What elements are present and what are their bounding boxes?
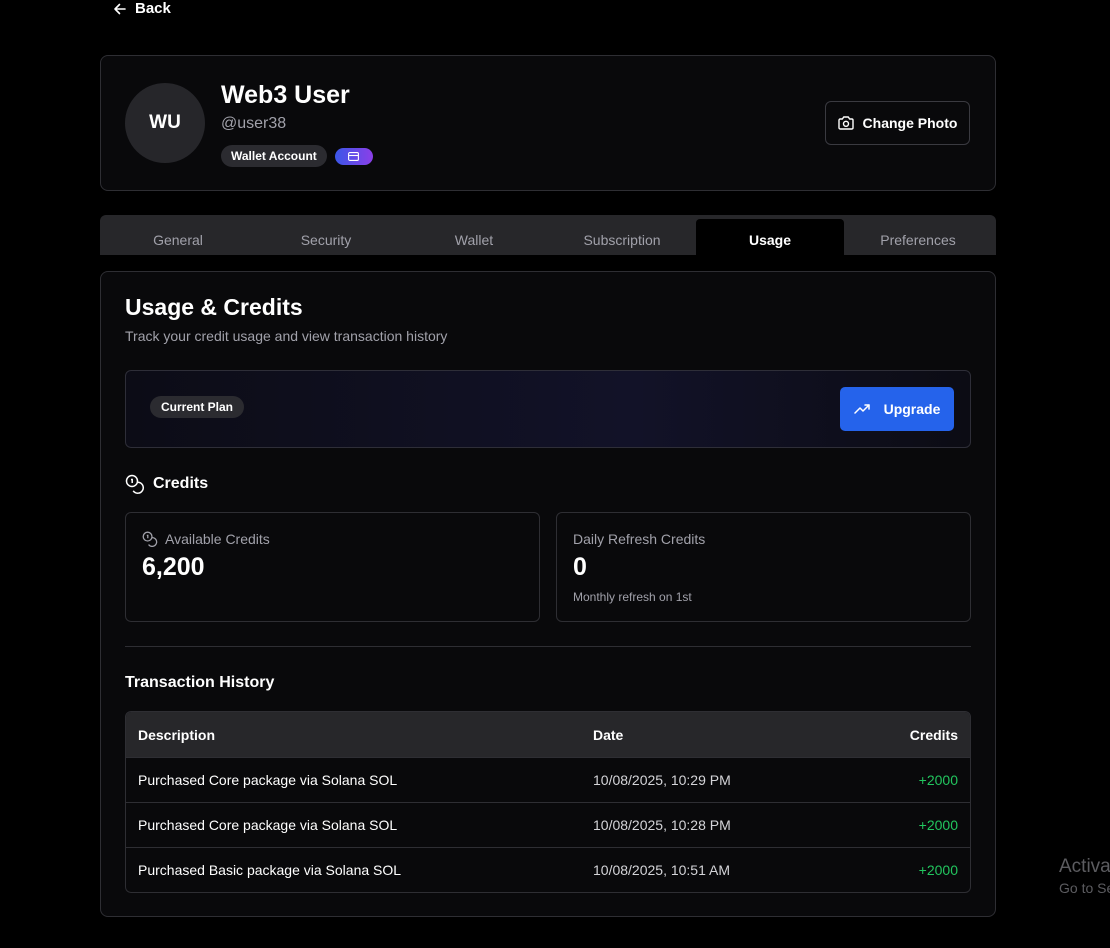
column-header-description: Description <box>138 726 216 743</box>
profile-card: WU Web3 User @user38 Wallet Account Chan… <box>100 55 996 191</box>
column-header-credits: Credits <box>909 726 958 743</box>
tab-general[interactable]: General <box>104 219 252 255</box>
watermark-line1: Activa <box>1059 856 1110 877</box>
profile-badges: Wallet Account <box>221 145 373 167</box>
credit-card-icon <box>348 151 360 161</box>
credits-heading-label: Credits <box>153 475 209 492</box>
daily-refresh-label: Daily Refresh Credits <box>573 531 706 547</box>
change-photo-label: Change Photo <box>862 115 958 131</box>
row-description: Purchased Basic package via Solana SOL <box>138 862 402 878</box>
row-credits: +2000 <box>918 772 958 788</box>
daily-refresh-note: Monthly refresh on 1st <box>573 590 692 604</box>
daily-refresh-value: 0 <box>573 553 587 581</box>
available-credits-label-row: Available Credits <box>142 531 270 547</box>
usage-title: Usage & Credits <box>125 294 303 320</box>
available-credits-value: 6,200 <box>142 553 205 581</box>
available-credits-label: Available Credits <box>165 531 270 547</box>
tab-preferences[interactable]: Preferences <box>844 219 992 255</box>
row-date: 10/08/2025, 10:29 PM <box>593 772 731 788</box>
watermark-line2: Go to Se <box>1059 880 1110 896</box>
arrow-left-icon <box>114 3 126 14</box>
profile-handle: @user38 <box>221 115 287 132</box>
transaction-history-heading: Transaction History <box>125 674 275 691</box>
table-row: Purchased Basic package via Solana SOL 1… <box>126 847 970 892</box>
tab-security[interactable]: Security <box>252 219 400 255</box>
row-description: Purchased Core package via Solana SOL <box>138 817 398 833</box>
section-divider <box>125 646 971 647</box>
tab-wallet[interactable]: Wallet <box>400 219 548 255</box>
transaction-table: Description Date Credits Purchased Core … <box>125 711 971 893</box>
table-header-row: Description Date Credits <box>126 712 970 757</box>
usage-subtitle: Track your credit usage and view transac… <box>125 328 448 344</box>
card-badge <box>334 147 373 165</box>
avatar: WU <box>125 83 205 163</box>
coins-icon <box>142 531 158 547</box>
wallet-account-badge: Wallet Account <box>221 145 327 167</box>
camera-icon <box>837 116 854 130</box>
upgrade-label: Upgrade <box>883 401 941 417</box>
row-credits: +2000 <box>918 817 958 833</box>
column-header-date: Date <box>593 726 624 743</box>
back-link[interactable]: Back <box>113 0 171 17</box>
back-label: Back <box>135 0 171 17</box>
row-credits: +2000 <box>918 862 958 878</box>
row-date: 10/08/2025, 10:51 AM <box>593 862 730 878</box>
account-settings-page: Back WU Web3 User @user38 Wallet Account… <box>0 0 1110 948</box>
windows-activation-watermark: Activa Go to Se <box>1059 856 1110 896</box>
tab-subscription[interactable]: Subscription <box>548 219 696 255</box>
trending-up-icon <box>853 404 870 414</box>
available-credits-card: Available Credits 6,200 <box>125 512 540 622</box>
credits-heading: Credits <box>125 474 208 494</box>
row-date: 10/08/2025, 10:28 PM <box>593 817 731 833</box>
table-row: Purchased Core package via Solana SOL 10… <box>126 757 970 802</box>
row-description: Purchased Core package via Solana SOL <box>138 772 398 788</box>
profile-name: Web3 User <box>221 81 350 109</box>
upgrade-button[interactable]: Upgrade <box>840 387 954 431</box>
daily-refresh-card: Daily Refresh Credits 0 Monthly refresh … <box>556 512 971 622</box>
change-photo-button[interactable]: Change Photo <box>825 101 970 145</box>
current-plan-box: Current Plan Upgrade <box>125 370 971 448</box>
coins-icon <box>125 474 144 494</box>
current-plan-chip: Current Plan <box>150 396 245 418</box>
table-row: Purchased Core package via Solana SOL 10… <box>126 802 970 847</box>
usage-panel: Usage & Credits Track your credit usage … <box>100 271 996 917</box>
settings-tabs: General Security Wallet Subscription Usa… <box>100 215 996 255</box>
tab-usage[interactable]: Usage <box>696 219 844 255</box>
